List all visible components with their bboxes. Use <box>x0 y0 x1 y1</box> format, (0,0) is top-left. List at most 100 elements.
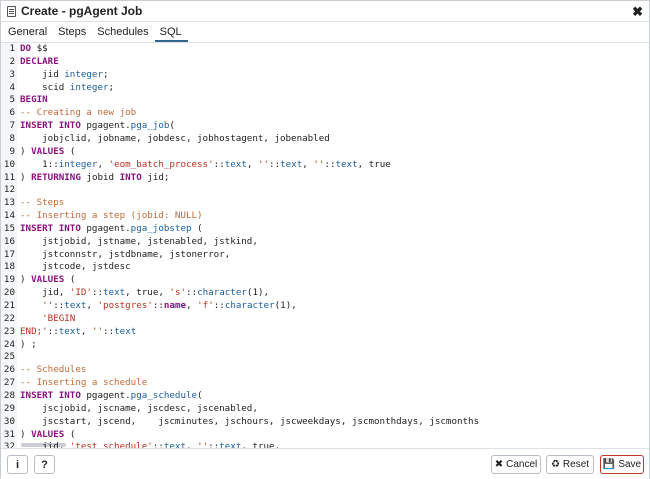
line-number: 3 <box>9 68 15 80</box>
code-text: jscstart, jscend, jscminutes, jschours, … <box>15 416 479 427</box>
line-number: 16 <box>3 235 15 247</box>
code-token: jid, <box>20 287 70 299</box>
sql-editor[interactable]: 1 DO $$ 2 DECLARE 3 jid integer; 4 scid integ… <box>1 43 649 448</box>
line-number: 15 <box>3 222 15 234</box>
code-text: 'BEGIN <box>15 313 75 324</box>
code-token: 1:: <box>20 158 59 170</box>
line-number: 2 <box>9 55 15 67</box>
close-icon[interactable]: ✖ <box>632 5 643 18</box>
code-token: pgagent. <box>80 120 131 132</box>
code-text: ''::text, 'postgres'::name, 'f'::charact… <box>15 300 297 311</box>
code-token: ( <box>64 274 76 286</box>
info-button[interactable]: i <box>7 455 28 474</box>
code-token: text <box>163 441 186 448</box>
code-token: text <box>224 158 247 170</box>
line-number: 30 <box>3 415 15 427</box>
code-token: jid; <box>141 171 170 183</box>
line-number: 24 <box>3 338 15 350</box>
code-line: 28 INSERT INTO pgagent.pga_schedule( <box>1 390 203 403</box>
code-token: , true <box>357 158 391 170</box>
code-line: 23 END;'::text, ''::text <box>1 326 136 339</box>
code-token: jid, <box>20 441 70 448</box>
code-text: jid, 'test schedule'::text, ''::text, tr… <box>15 441 280 448</box>
cancel-button[interactable]: ✖ Cancel <box>491 455 541 474</box>
code-token: DO <box>20 43 32 54</box>
code-text: INSERT INTO pgagent.pga_schedule( <box>15 390 203 401</box>
line-number: 1 <box>9 43 15 54</box>
code-token: ( <box>64 145 76 157</box>
code-token: pga_jobstep <box>130 222 192 234</box>
save-button[interactable]: 💾 Save <box>600 455 644 474</box>
code-token: text <box>103 287 126 299</box>
code-token: integer <box>64 68 103 80</box>
help-button[interactable]: ? <box>34 455 55 474</box>
code-text: -- Inserting a schedule <box>15 377 147 388</box>
code-line: 5 BEGIN <box>1 94 47 107</box>
code-text: INSERT INTO pgagent.pga_job( <box>15 120 175 131</box>
code-token: -- Inserting a step (jobid: NULL) <box>20 210 203 222</box>
code-token: $$ <box>31 43 48 54</box>
code-line: 17 jstconnstr, jstdbname, jstonerror, <box>1 249 230 262</box>
code-token: ) <box>20 274 32 286</box>
code-text: DECLARE <box>15 56 59 67</box>
code-token: '' <box>257 158 270 170</box>
cancel-label: Cancel <box>506 459 538 470</box>
line-number: 6 <box>9 107 15 119</box>
code-token: VALUES <box>31 145 65 157</box>
dialog-footer: i ? ✖ Cancel ♻ Reset 💾 Save <box>1 448 649 479</box>
code-text: ) VALUES ( <box>15 429 75 440</box>
code-token: pgagent. <box>80 389 131 401</box>
code-token: -- Creating a new job <box>20 107 137 119</box>
code-token: 's' <box>169 287 187 299</box>
code-token: pgagent. <box>80 222 131 234</box>
code-token: text <box>280 158 303 170</box>
code-line: 11) RETURNING jobid INTO jid; <box>1 171 170 185</box>
code-token: :: <box>213 300 225 311</box>
line-number: 12 <box>3 184 15 196</box>
code-line: 12 <box>1 184 20 197</box>
tab-sql[interactable]: SQL <box>154 26 188 42</box>
code-token: , <box>302 158 314 170</box>
code-token: jobid <box>80 171 120 183</box>
code-token: VALUES <box>31 428 65 440</box>
code-line: 24) ; <box>1 339 37 352</box>
code-token: :: <box>53 300 65 311</box>
dialog-titlebar[interactable]: Create - pgAgent Job ✖ <box>1 1 649 22</box>
line-number: 4 <box>9 81 15 93</box>
code-text: ) VALUES ( <box>15 274 75 285</box>
line-number: 17 <box>3 248 15 260</box>
code-line: 2 DECLARE <box>1 55 59 69</box>
code-token: :: <box>103 325 115 337</box>
code-token: :: <box>91 287 104 299</box>
code-token: name <box>163 300 187 311</box>
code-token: jobjclid, jobname, jobdesc, jobhostagent… <box>20 132 330 144</box>
code-line: 22 'BEGIN <box>1 313 75 326</box>
code-line: 8 jobjclid, jobname, jobdesc, jobhostage… <box>1 133 330 146</box>
code-line: 1 DO $$ <box>1 43 48 56</box>
code-token: -- Schedules <box>20 364 87 376</box>
tab-steps[interactable]: Steps <box>53 26 92 42</box>
reset-label: Reset <box>562 459 590 470</box>
code-token: ( <box>169 120 175 132</box>
code-text: jobjclid, jobname, jobdesc, jobhostagent… <box>15 133 330 144</box>
reset-button[interactable]: ♻ Reset <box>546 455 594 474</box>
code-token: INSERT INTO <box>20 222 81 234</box>
code-token: , <box>97 158 109 170</box>
code-line: 9) VALUES ( <box>1 146 75 159</box>
code-token: jstcode, jstdesc <box>20 261 131 273</box>
code-line: 25 <box>1 351 20 364</box>
code-line: 6 -- Creating a new job <box>1 107 136 120</box>
tab-schedules[interactable]: Schedules <box>92 26 154 42</box>
tab-general[interactable]: General <box>3 26 53 42</box>
code-token: integer <box>69 81 109 93</box>
info-icon: i <box>15 458 20 471</box>
code-text: jstjobid, jstname, jstenabled, jstkind, <box>15 236 258 247</box>
code-line: 26 -- Schedules <box>1 364 86 377</box>
code-token: 'f' <box>197 300 214 311</box>
code-token: , <box>86 300 98 311</box>
code-token: :: <box>152 441 164 448</box>
code-line: 29 jscjobid, jscname, jscdesc, jscenable… <box>1 403 258 416</box>
code-token: :: <box>213 158 225 170</box>
